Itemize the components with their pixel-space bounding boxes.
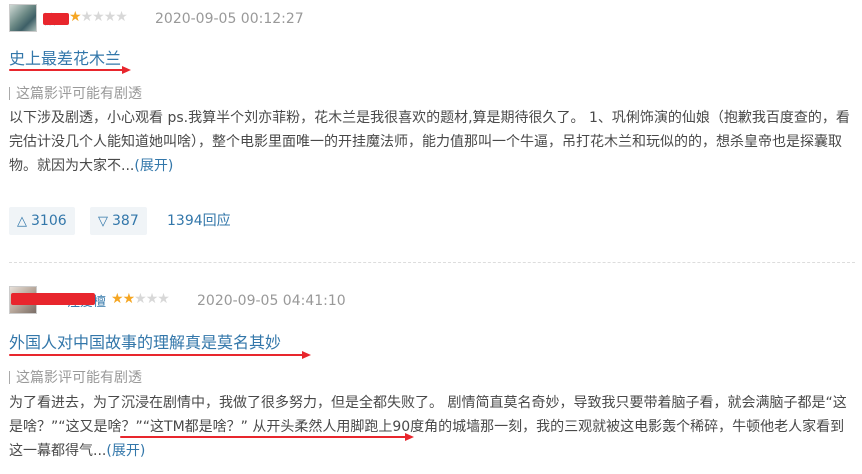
star-icon: ★ bbox=[122, 291, 136, 307]
annotation-arrow-icon bbox=[405, 433, 414, 441]
useful-button[interactable]: △ 3106 bbox=[9, 207, 75, 235]
annotation-underline bbox=[120, 436, 408, 438]
star-icon: ★ bbox=[145, 291, 159, 307]
review-header: 注爱檀 ★★★★★ 2020-09-05 04:41:10 bbox=[9, 286, 609, 314]
useless-button[interactable]: ▽ 387 bbox=[90, 207, 147, 235]
spoiler-note: 这篇影评可能有剧透 bbox=[9, 83, 142, 103]
star-icon: ★ bbox=[115, 9, 128, 25]
star-icon: ★ bbox=[80, 9, 94, 25]
star-icon: ★ bbox=[111, 291, 124, 307]
review-body: 为了看进去，为了沉浸在剧情中，我做了很多努力，但是全都失败了。 剧情简直莫名奇妙… bbox=[9, 391, 855, 463]
review-time[interactable]: 2020-09-05 00:12:27 bbox=[155, 11, 304, 27]
review-divider bbox=[9, 262, 855, 263]
annotation-underline bbox=[9, 69, 125, 71]
star-icon: ★ bbox=[92, 9, 105, 25]
expand-link[interactable]: (展开) bbox=[106, 443, 145, 459]
star-icon: ★ bbox=[134, 291, 147, 307]
star-icon: ★ bbox=[69, 9, 82, 25]
review-header: 糖 ★★★★★ 2020-09-05 00:12:27 bbox=[9, 4, 609, 32]
spoiler-note: 这篇影评可能有剧透 bbox=[9, 367, 142, 387]
review-time[interactable]: 2020-09-05 04:41:10 bbox=[197, 293, 346, 309]
review-body: 以下涉及剧透，小心观看 ps.我算半个刘亦菲粉，花木兰是我很喜欢的题材,算是期待… bbox=[9, 106, 855, 178]
rating-stars: ★★★★★ bbox=[111, 291, 170, 307]
redaction-mark bbox=[11, 293, 95, 305]
star-icon: ★ bbox=[157, 291, 170, 307]
rating-stars: ★★★★★ bbox=[69, 9, 128, 25]
annotation-arrow-icon bbox=[302, 351, 311, 359]
expand-link[interactable]: (展开) bbox=[134, 158, 173, 174]
star-icon: ★ bbox=[103, 9, 117, 25]
avatar[interactable] bbox=[9, 4, 37, 32]
replies-link[interactable]: 1394回应 bbox=[167, 207, 231, 235]
annotation-arrow-icon bbox=[122, 66, 131, 74]
annotation-underline bbox=[9, 354, 305, 356]
review-title[interactable]: 史上最差花木兰 bbox=[9, 45, 121, 69]
triangle-down-icon: ▽ bbox=[98, 214, 108, 229]
review-title[interactable]: 外国人对中国故事的理解真是莫名其妙 bbox=[9, 329, 281, 353]
redaction-mark bbox=[43, 13, 69, 25]
triangle-up-icon: △ bbox=[17, 214, 27, 229]
